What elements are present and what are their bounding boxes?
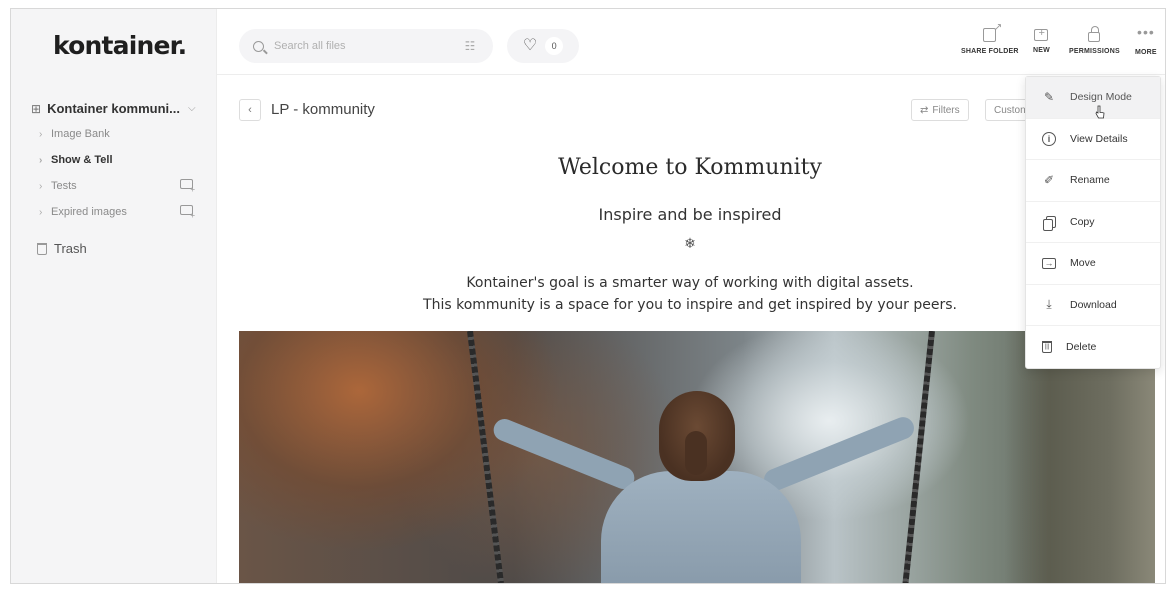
sidebar-item-show-and-tell[interactable]: › Show & Tell xyxy=(39,149,199,171)
hero-image-woman-on-swing xyxy=(239,331,1155,583)
more-actions-menu: ✎ Design Mode i View Details ✐ Rename Co… xyxy=(1025,76,1161,369)
page-tagline: Inspire and be inspired xyxy=(598,205,782,224)
sidebar: kontainer. ⊞ Kontainer kommuni... ⌵ › Im… xyxy=(11,9,217,583)
main-content: ‹ LP - kommunity ⇄ Filters Custon Welcom… xyxy=(217,75,1165,583)
grid-icon: ⊞ xyxy=(31,101,42,116)
menu-item-view-details[interactable]: i View Details xyxy=(1026,119,1160,160)
new-button[interactable]: NEW xyxy=(1033,25,1050,54)
heart-icon: ♡ xyxy=(522,37,538,54)
menu-item-download[interactable]: ⤓ Download xyxy=(1026,285,1160,326)
move-icon: → xyxy=(1042,257,1056,269)
more-dots-icon: ••• xyxy=(1137,24,1155,40)
workspace-name: Kontainer kommuni... xyxy=(47,101,180,116)
caret-right-icon: › xyxy=(39,128,43,140)
menu-item-label: Copy xyxy=(1070,215,1095,228)
add-folder-icon[interactable] xyxy=(180,179,195,194)
caret-right-icon: › xyxy=(39,180,43,192)
info-icon: i xyxy=(1042,131,1056,146)
share-folder-label: SHARE FOLDER xyxy=(961,48,1019,55)
rename-pen-icon: ✐ xyxy=(1043,173,1055,188)
menu-item-label: Delete xyxy=(1066,340,1097,353)
trash-icon xyxy=(37,242,47,255)
add-folder-icon[interactable] xyxy=(180,205,195,220)
sidebar-item-label: Show & Tell xyxy=(51,154,113,166)
download-icon: ⤓ xyxy=(1046,297,1052,312)
menu-item-rename[interactable]: ✐ Rename xyxy=(1026,160,1160,202)
likes-count: 0 xyxy=(545,37,564,55)
customize-label: Custon xyxy=(994,104,1026,116)
search-icon xyxy=(253,40,264,52)
workspace-selector[interactable]: ⊞ Kontainer kommuni... ⌵ xyxy=(31,101,196,116)
trash-icon: ||| xyxy=(1042,340,1052,353)
app-window: kontainer. ⊞ Kontainer kommuni... ⌵ › Im… xyxy=(10,8,1166,584)
permissions-button[interactable]: PERMISSIONS xyxy=(1069,25,1120,55)
filters-label: Filters xyxy=(932,104,960,116)
breadcrumb: LP - kommunity xyxy=(271,101,375,118)
back-button[interactable]: ‹ xyxy=(239,99,261,121)
caret-right-icon: › xyxy=(39,154,43,166)
intro-text-line-2: This kommunity is a space for you to ins… xyxy=(423,297,957,313)
chevron-down-icon: ⌵ xyxy=(187,103,196,114)
sidebar-item-image-bank[interactable]: › Image Bank xyxy=(39,123,199,145)
pencil-icon: ✎ xyxy=(1043,90,1055,105)
filters-button[interactable]: ⇄ Filters xyxy=(911,99,969,121)
permissions-label: PERMISSIONS xyxy=(1069,48,1120,55)
hand-pointer-cursor-icon xyxy=(1095,105,1105,119)
filter-sliders-icon[interactable]: ☷ xyxy=(463,39,477,53)
new-folder-icon xyxy=(1034,27,1049,41)
more-button[interactable]: ••• MORE xyxy=(1135,25,1157,56)
copy-icon xyxy=(1042,215,1056,231)
page-title: Welcome to Kommunity xyxy=(558,155,822,180)
share-folder-button[interactable]: SHARE FOLDER xyxy=(961,22,1019,55)
menu-item-label: View Details xyxy=(1070,132,1128,145)
sidebar-item-label: Tests xyxy=(51,180,77,192)
intro-text-line-1: Kontainer's goal is a smarter way of wor… xyxy=(466,275,914,291)
lock-icon xyxy=(1088,26,1101,42)
sidebar-item-label: Trash xyxy=(54,241,87,256)
sidebar-item-tests[interactable]: › Tests xyxy=(39,175,199,197)
menu-item-label: Design Mode xyxy=(1070,91,1132,104)
likes-button[interactable]: ♡ 0 xyxy=(507,29,579,63)
sidebar-item-label: Expired images xyxy=(51,206,127,218)
search-input[interactable] xyxy=(274,40,444,52)
menu-item-label: Move xyxy=(1070,257,1096,270)
menu-item-delete[interactable]: ||| Delete xyxy=(1026,326,1160,368)
menu-item-label: Download xyxy=(1070,298,1117,311)
menu-item-label: Rename xyxy=(1070,174,1110,187)
search-box[interactable]: ☷ xyxy=(239,29,493,63)
sidebar-item-trash[interactable]: Trash xyxy=(37,241,87,256)
sidebar-item-expired-images[interactable]: › Expired images xyxy=(39,201,199,223)
filter-icon: ⇄ xyxy=(920,104,929,116)
caret-right-icon: › xyxy=(39,206,43,218)
snowflake-divider-icon: ❄ xyxy=(684,235,696,251)
sidebar-item-label: Image Bank xyxy=(51,128,110,140)
more-label: MORE xyxy=(1135,49,1157,56)
new-label: NEW xyxy=(1033,47,1050,54)
menu-item-design-mode[interactable]: ✎ Design Mode xyxy=(1026,77,1160,119)
top-bar: ☷ ♡ 0 SHARE FOLDER NEW PERMISSIONS ••• M… xyxy=(217,9,1165,75)
menu-item-copy[interactable]: Copy xyxy=(1026,202,1160,243)
customize-button[interactable]: Custon xyxy=(985,99,1029,121)
kontainer-logo[interactable]: kontainer. xyxy=(53,31,187,60)
share-icon xyxy=(983,22,1002,42)
menu-item-move[interactable]: → Move xyxy=(1026,243,1160,285)
chevron-left-icon: ‹ xyxy=(248,104,252,116)
